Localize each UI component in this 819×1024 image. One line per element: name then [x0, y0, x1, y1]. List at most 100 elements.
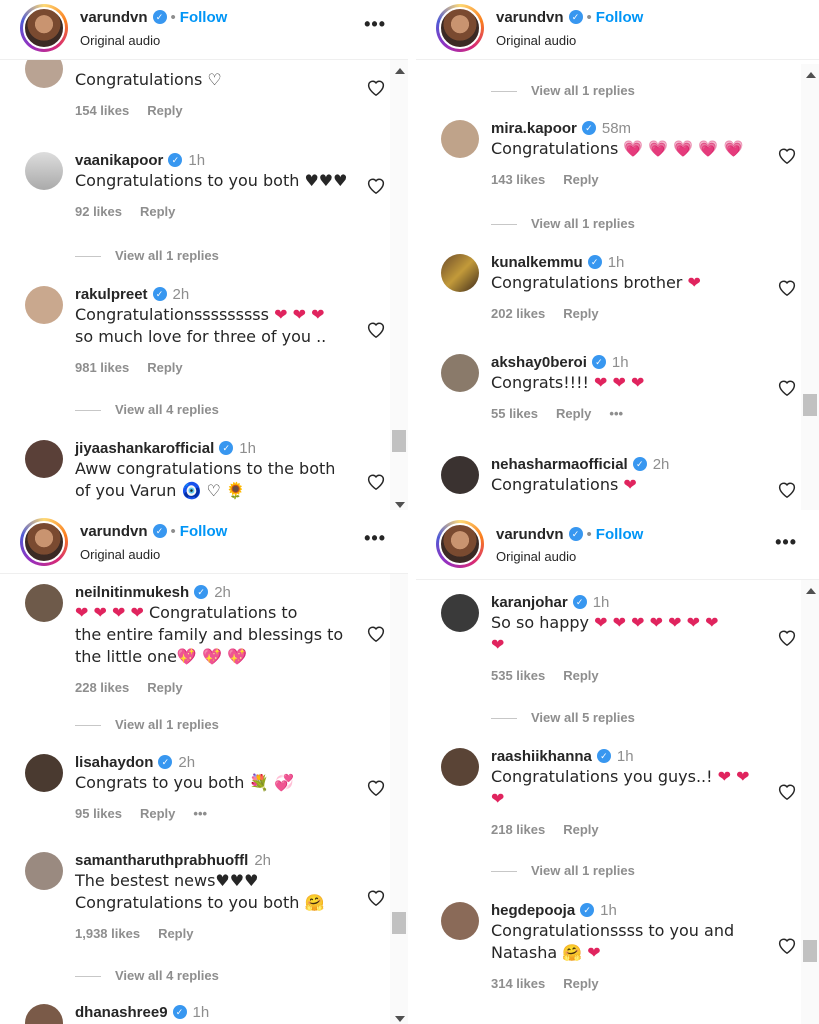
view-replies-button[interactable]: View all 1 replies — [491, 863, 635, 878]
likes-count[interactable]: 981 likes — [75, 360, 129, 375]
follow-button[interactable]: Follow — [596, 9, 644, 26]
heart-icon[interactable] — [366, 778, 386, 796]
heart-icon[interactable] — [366, 472, 386, 490]
avatar[interactable] — [25, 440, 63, 478]
avatar[interactable] — [25, 584, 63, 622]
original-audio-link[interactable]: Original audio — [496, 549, 576, 564]
reply-button[interactable]: Reply — [563, 822, 598, 837]
comment-username[interactable]: rakulpreet — [75, 286, 148, 303]
header-username[interactable]: varundvn — [80, 523, 148, 540]
reply-button[interactable]: Reply — [563, 172, 598, 187]
scroll-thumb[interactable] — [803, 940, 817, 962]
header-username[interactable]: varundvn — [496, 9, 564, 26]
view-replies-button[interactable]: View all 1 replies — [75, 717, 219, 732]
likes-count[interactable]: 228 likes — [75, 680, 129, 695]
comment-username[interactable]: akshay0beroi — [491, 354, 587, 371]
view-replies-button[interactable]: View all 5 replies — [491, 710, 635, 725]
heart-icon[interactable] — [777, 378, 797, 396]
avatar[interactable] — [441, 354, 479, 392]
avatar[interactable] — [25, 1004, 63, 1024]
scroll-down-icon[interactable] — [395, 1016, 405, 1022]
comment-username[interactable]: lisahaydon — [75, 754, 153, 771]
scroll-down-icon[interactable] — [395, 502, 405, 508]
avatar[interactable] — [441, 748, 479, 786]
reply-button[interactable]: Reply — [563, 976, 598, 991]
avatar[interactable] — [436, 4, 484, 52]
likes-count[interactable]: 143 likes — [491, 172, 545, 187]
avatar[interactable] — [441, 594, 479, 632]
reply-button[interactable]: Reply — [158, 926, 193, 941]
likes-count[interactable]: 202 likes — [491, 306, 545, 321]
follow-button[interactable]: Follow — [180, 523, 228, 540]
reply-button[interactable]: Reply — [147, 360, 182, 375]
scrollbar[interactable] — [390, 60, 408, 510]
reply-button[interactable]: Reply — [563, 668, 598, 683]
heart-icon[interactable] — [777, 278, 797, 296]
view-replies-button[interactable]: View all 4 replies — [75, 402, 219, 417]
comment-username[interactable]: hegdepooja — [491, 902, 575, 919]
avatar[interactable] — [441, 254, 479, 292]
reply-button[interactable]: Reply — [563, 306, 598, 321]
avatar[interactable] — [25, 152, 63, 190]
reply-button[interactable]: Reply — [140, 806, 175, 821]
heart-icon[interactable] — [777, 782, 797, 800]
follow-button[interactable]: Follow — [596, 526, 644, 543]
likes-count[interactable]: 535 likes — [491, 668, 545, 683]
scrollbar[interactable] — [801, 580, 819, 1024]
original-audio-link[interactable]: Original audio — [80, 547, 160, 562]
reply-button[interactable]: Reply — [147, 103, 182, 118]
scroll-up-icon[interactable] — [395, 68, 405, 74]
comment-username[interactable]: vaanikapoor — [75, 152, 163, 169]
reply-button[interactable]: Reply — [147, 680, 182, 695]
original-audio-link[interactable]: Original audio — [80, 33, 160, 48]
avatar[interactable] — [441, 902, 479, 940]
more-options-icon[interactable]: ••• — [364, 528, 386, 549]
avatar[interactable] — [20, 518, 68, 566]
more-options-icon[interactable]: ••• — [364, 14, 386, 35]
comment-username[interactable]: karanjohar — [491, 594, 568, 611]
heart-icon[interactable] — [366, 624, 386, 642]
reply-button[interactable]: Reply — [140, 204, 175, 219]
likes-count[interactable]: 95 likes — [75, 806, 122, 821]
original-audio-link[interactable]: Original audio — [496, 33, 576, 48]
more-options-icon[interactable]: ••• — [193, 806, 207, 821]
likes-count[interactable]: 55 likes — [491, 406, 538, 421]
avatar[interactable] — [436, 520, 484, 568]
likes-count[interactable]: 1,938 likes — [75, 926, 140, 941]
avatar[interactable] — [441, 120, 479, 158]
reply-button[interactable]: Reply — [556, 406, 591, 421]
likes-count[interactable]: 314 likes — [491, 976, 545, 991]
header-username[interactable]: varundvn — [80, 9, 148, 26]
likes-count[interactable]: 92 likes — [75, 204, 122, 219]
heart-icon[interactable] — [777, 936, 797, 954]
scroll-thumb[interactable] — [803, 394, 817, 416]
view-replies-button[interactable]: View all 1 replies — [75, 248, 219, 263]
likes-count[interactable]: 218 likes — [491, 822, 545, 837]
heart-icon[interactable] — [366, 176, 386, 194]
comment-username[interactable]: nehasharmaofficial — [491, 456, 628, 473]
comment-username[interactable]: neilnitinmukesh — [75, 584, 189, 601]
scroll-up-icon[interactable] — [806, 588, 816, 594]
view-replies-button[interactable]: View all 4 replies — [75, 968, 219, 983]
heart-icon[interactable] — [777, 480, 797, 498]
heart-icon[interactable] — [366, 78, 386, 96]
comment-username[interactable]: raashiikhanna — [491, 748, 592, 765]
heart-icon[interactable] — [366, 888, 386, 906]
scrollbar[interactable] — [390, 574, 408, 1024]
avatar[interactable] — [25, 754, 63, 792]
avatar[interactable] — [441, 456, 479, 494]
follow-button[interactable]: Follow — [180, 9, 228, 26]
avatar[interactable] — [25, 286, 63, 324]
avatar[interactable] — [25, 852, 63, 890]
view-replies-button[interactable]: View all 1 replies — [491, 83, 635, 98]
heart-icon[interactable] — [777, 146, 797, 164]
view-replies-button[interactable]: View all 1 replies — [491, 216, 635, 231]
header-username[interactable]: varundvn — [496, 526, 564, 543]
scroll-thumb[interactable] — [392, 912, 406, 934]
comment-username[interactable]: kunalkemmu — [491, 254, 583, 271]
scroll-up-icon[interactable] — [806, 72, 816, 78]
heart-icon[interactable] — [777, 628, 797, 646]
scrollbar[interactable] — [801, 64, 819, 510]
avatar[interactable] — [20, 4, 68, 52]
comment-username[interactable]: jiyaashankarofficial — [75, 440, 214, 457]
